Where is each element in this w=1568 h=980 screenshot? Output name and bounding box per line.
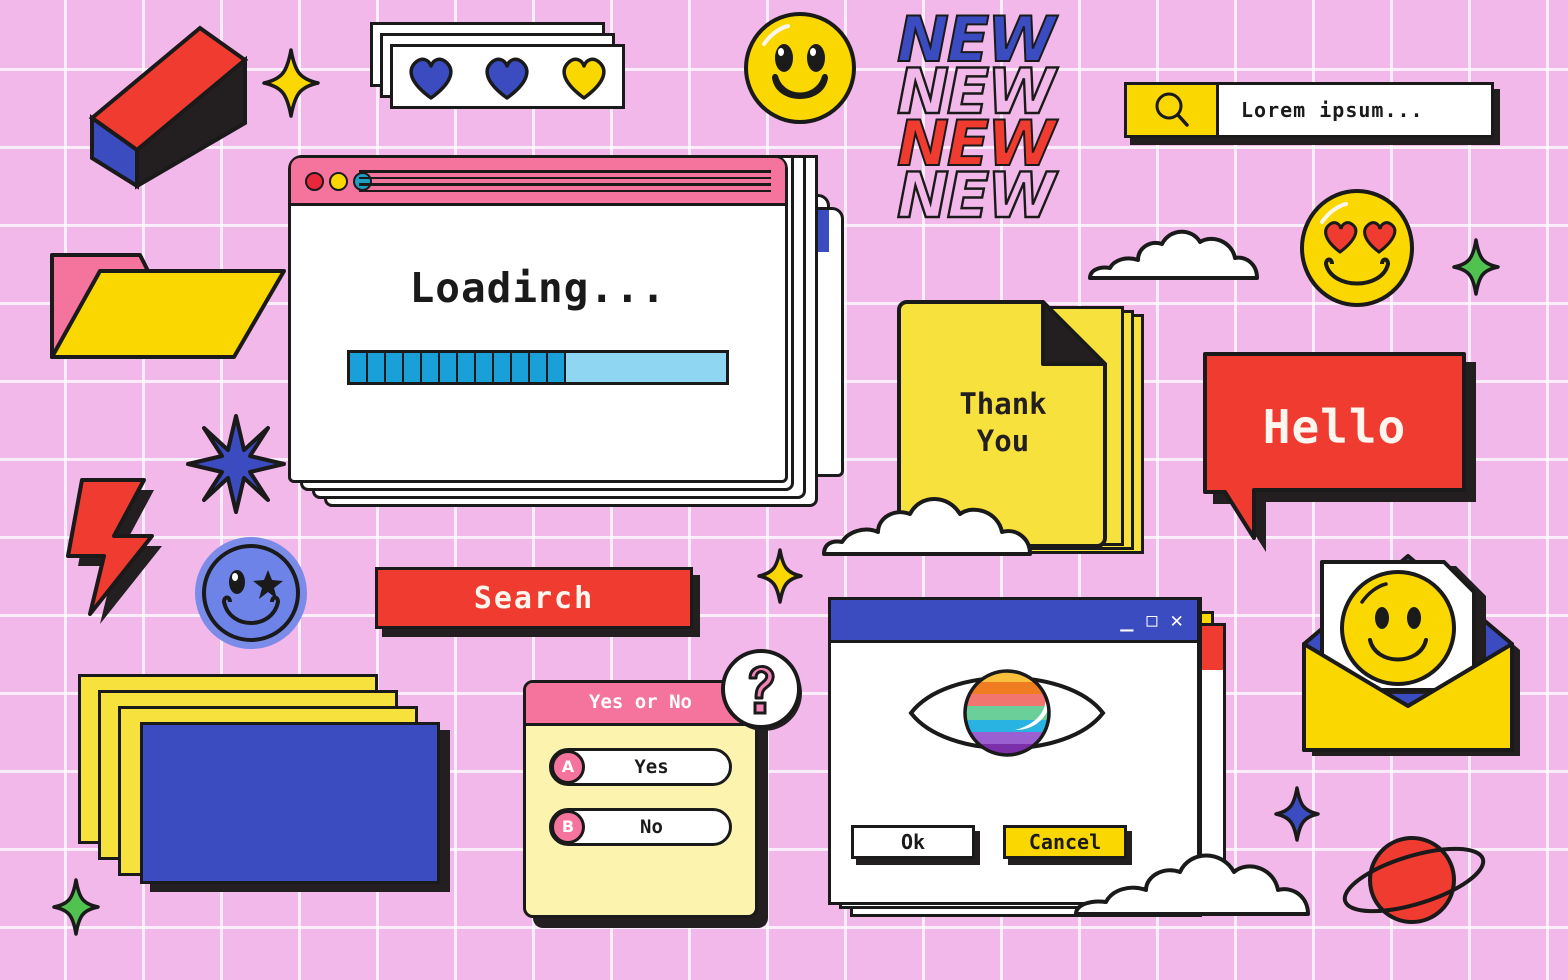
- hearts-card-stack: [370, 22, 625, 110]
- loading-message: Loading...: [409, 264, 667, 312]
- new-word-stack: NEW NEW NEW NEW: [896, 7, 1097, 233]
- hello-text: Hello: [1262, 400, 1407, 454]
- window-title-bar[interactable]: [291, 158, 785, 206]
- blue-sparkle-icon: [1274, 786, 1320, 842]
- question-mark-icon[interactable]: [719, 646, 809, 736]
- rainbow-eye-icon: [908, 669, 1106, 757]
- folder-icon: [50, 253, 286, 359]
- lightning-bolt-icon: [66, 478, 162, 624]
- search-bar[interactable]: Lorem ipsum...: [1124, 82, 1500, 145]
- thank-you-line2: You: [976, 424, 1030, 459]
- heart-icon: [409, 57, 453, 100]
- ringed-planet-icon: [1342, 836, 1486, 924]
- retro-sticker-canvas: NEW NEW NEW NEW Lorem ipsum... Loading..…: [0, 0, 1568, 980]
- option-b[interactable]: B No: [549, 808, 732, 846]
- minimize-dot-icon[interactable]: [329, 172, 348, 191]
- search-icon[interactable]: [1127, 85, 1219, 135]
- envelope-with-letter: [1286, 540, 1536, 770]
- title-bar-lines: [359, 170, 771, 192]
- ok-button[interactable]: Ok: [851, 825, 975, 859]
- option-a-key: A: [551, 750, 585, 784]
- progress-bar: [347, 350, 729, 385]
- search-button-label: Search: [473, 581, 595, 616]
- card-stack-front[interactable]: [140, 722, 440, 884]
- yellow-sparkle-icon: [757, 548, 803, 604]
- eye-dialog-title-bar[interactable]: _ □ ✕: [831, 600, 1197, 643]
- loading-window[interactable]: Loading...: [288, 155, 788, 483]
- 3d-bar-sticker: [88, 25, 249, 190]
- loading-window-group: Loading...: [288, 155, 844, 535]
- close-icon[interactable]: ✕: [1170, 608, 1183, 632]
- new-word-4: NEW: [896, 159, 1057, 233]
- thank-you-text: Thank You: [903, 300, 1103, 459]
- search-button[interactable]: Search: [375, 567, 693, 629]
- search-button-wrap: Search: [375, 567, 705, 639]
- heart-eyes-smiley-icon: [1300, 189, 1414, 307]
- heart-icon: [485, 57, 530, 100]
- search-input[interactable]: Lorem ipsum...: [1219, 85, 1491, 135]
- blue-smiley-star-eye-icon: [195, 537, 307, 649]
- green-sparkle-icon: [52, 878, 100, 936]
- card-stack: [78, 674, 450, 914]
- cloud-icon: [1074, 853, 1310, 916]
- yellow-sparkle-icon: [262, 48, 320, 118]
- hello-speech-bubble: Hello: [1203, 352, 1493, 552]
- green-sparkle-icon: [1452, 238, 1500, 296]
- option-a[interactable]: A Yes: [549, 748, 732, 786]
- maximize-icon[interactable]: □: [1147, 610, 1158, 631]
- option-b-key: B: [551, 810, 585, 844]
- cloud-icon: [822, 497, 1032, 556]
- cloud-icon: [1088, 229, 1259, 280]
- yes-no-dialog-group: Yes or No A Yes B No: [523, 649, 802, 940]
- heart-icon: [562, 57, 606, 100]
- blue-eight-point-star-icon: [186, 414, 286, 514]
- thank-you-line1: Thank: [959, 387, 1047, 421]
- close-dot-icon[interactable]: [305, 172, 324, 191]
- minimize-icon[interactable]: _: [1120, 609, 1133, 631]
- yellow-smiley-icon: [744, 12, 856, 124]
